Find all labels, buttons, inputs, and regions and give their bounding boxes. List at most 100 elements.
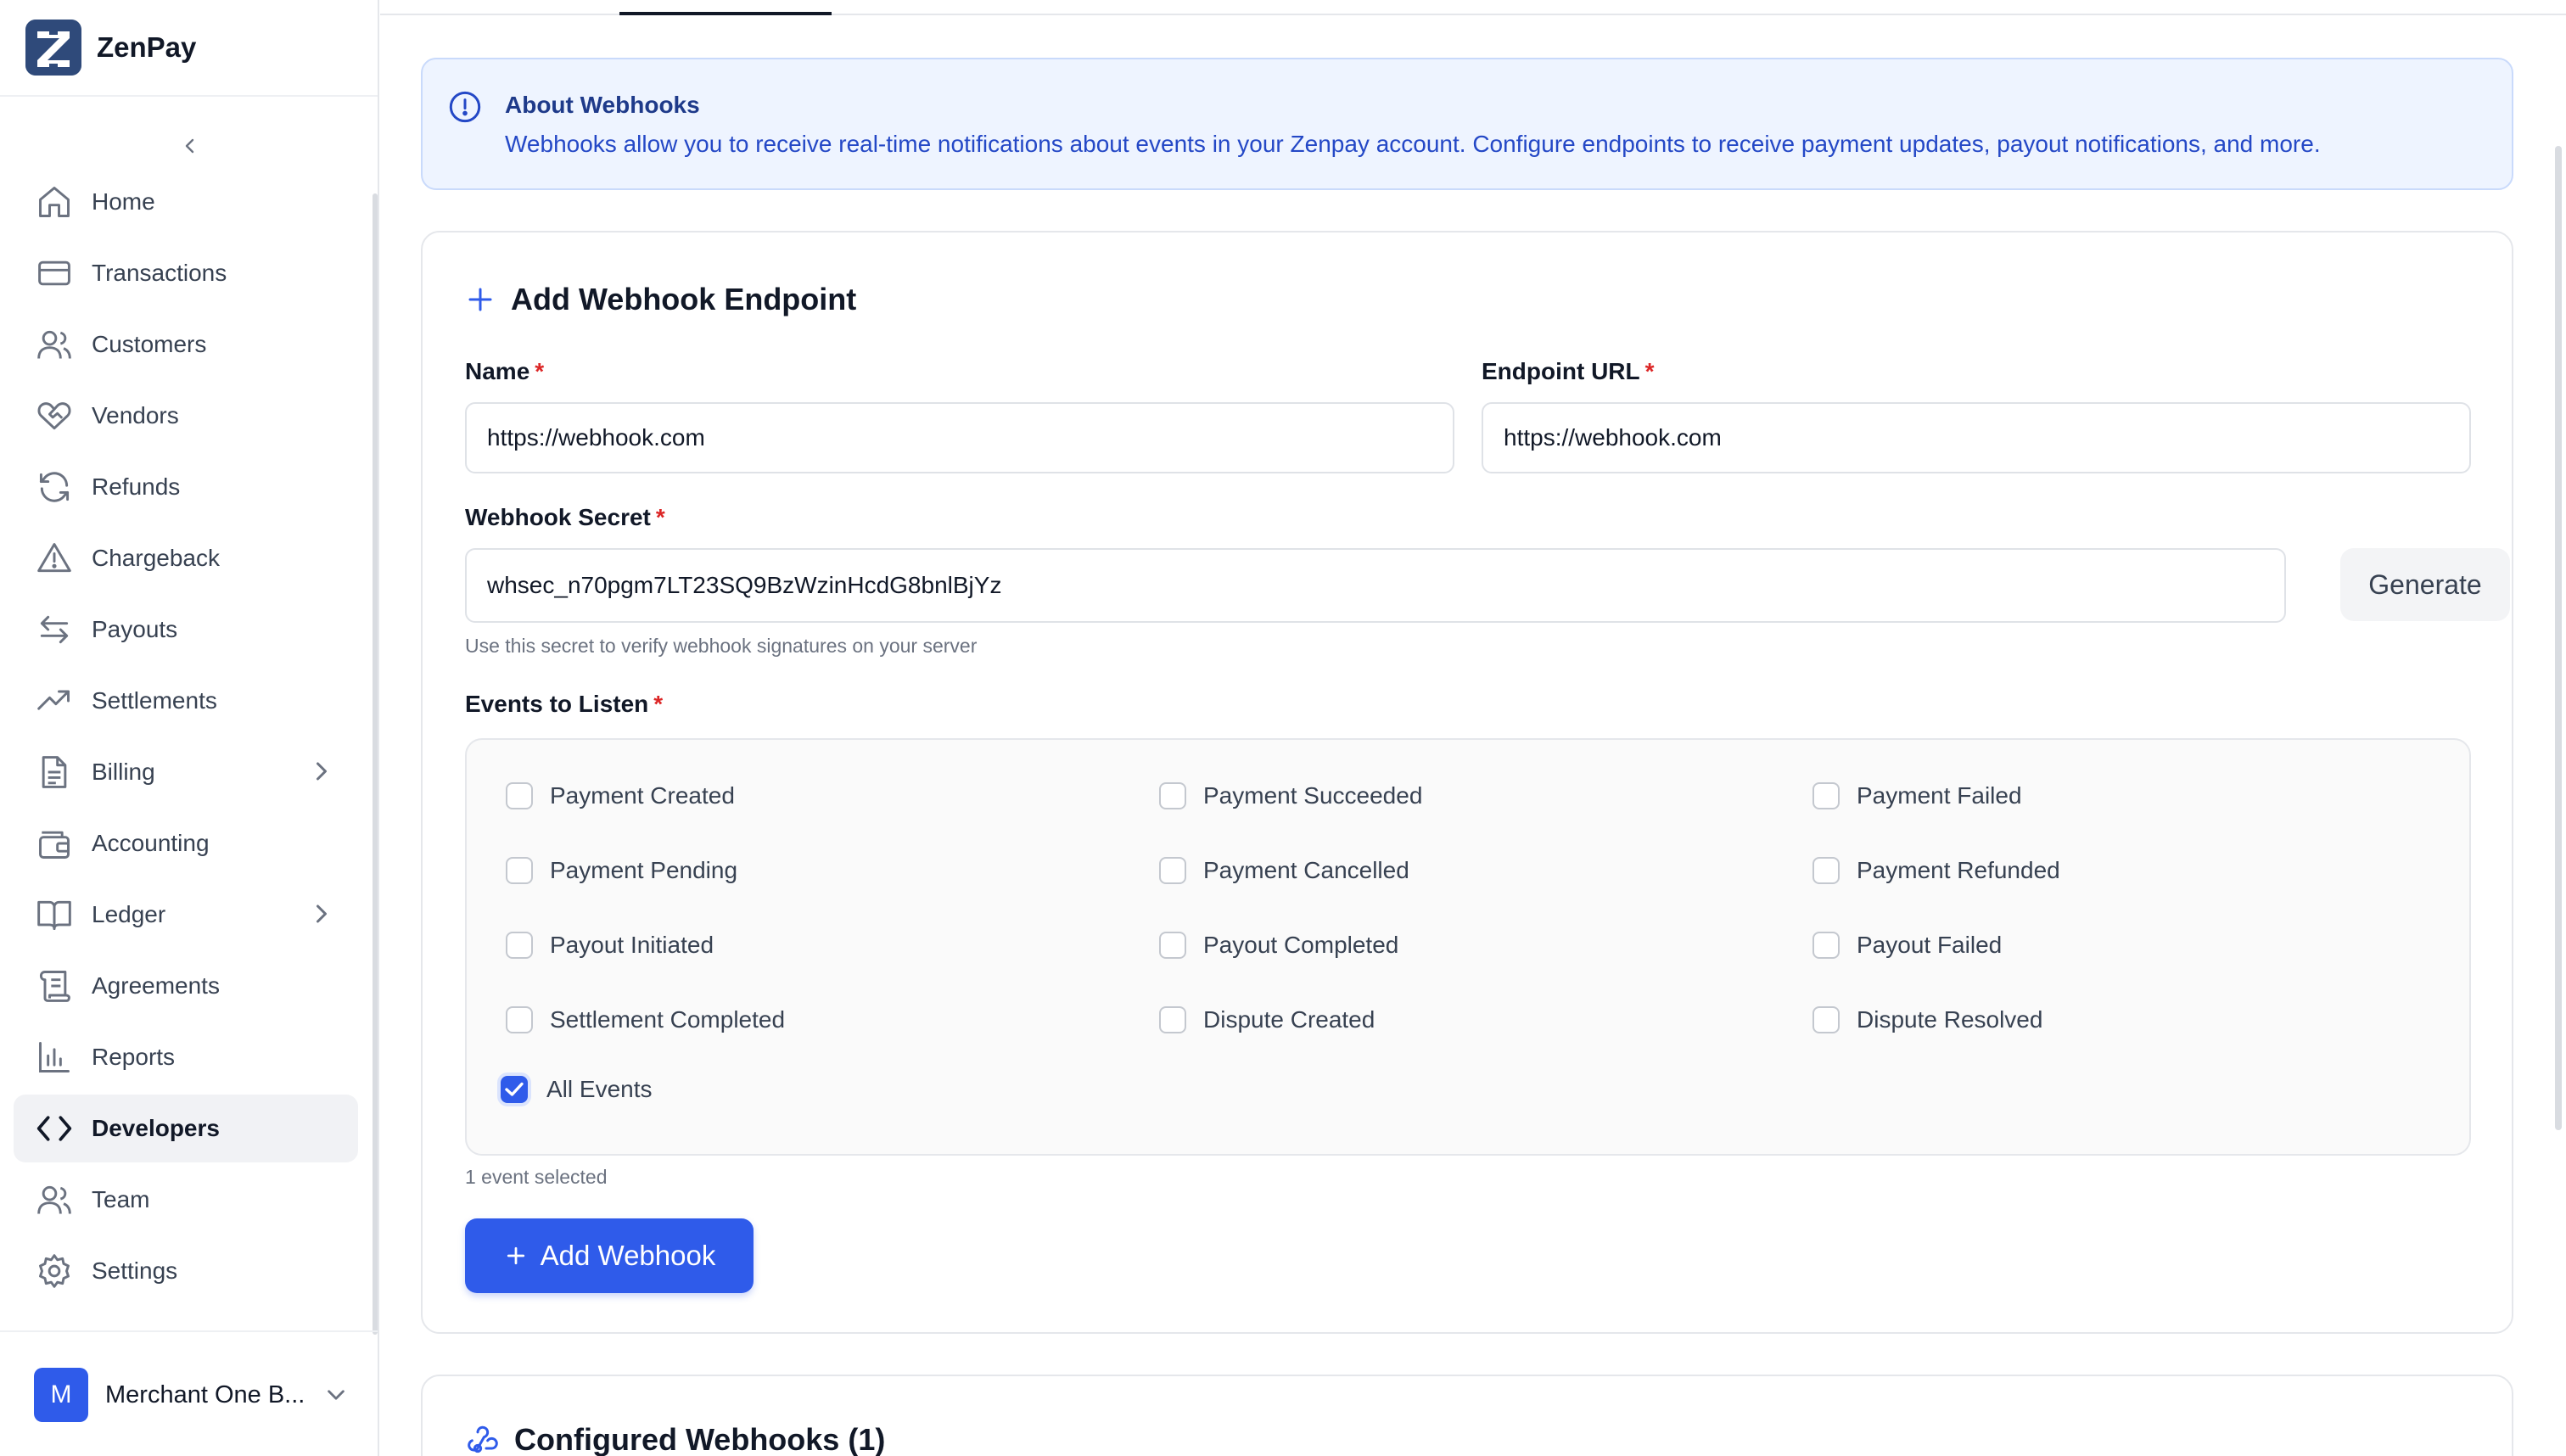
handshake-icon [34,395,75,436]
event-dispute-created[interactable]: Dispute Created [1159,1006,1375,1033]
trending-up-icon [34,680,75,721]
add-webhook-label: Add Webhook [540,1240,716,1271]
scroll-icon [34,966,75,1006]
endpoint-url-input[interactable]: https://webhook.com [1482,402,2471,473]
sidebar-item-ledger[interactable]: Ledger [14,881,358,949]
sidebar-item-label: Developers [92,1115,220,1141]
checkbox-checked[interactable] [497,1072,531,1106]
event-label: Settlement Completed [550,1006,786,1033]
arrows-icon [34,609,75,650]
sidebar-item-customers[interactable]: Customers [14,311,358,378]
sidebar-item-payouts[interactable]: Payouts [14,596,358,664]
name-input[interactable]: https://webhook.com [465,402,1454,473]
divider [0,1330,378,1332]
divider [0,95,378,97]
sidebar-item-agreements[interactable]: Agreements [14,952,358,1020]
required-mark: * [655,504,665,530]
required-mark: * [653,691,664,717]
gear-icon [34,1251,75,1291]
event-label: Payment Failed [1857,782,2022,809]
endpoint-url-label-text: Endpoint URL [1482,358,1640,384]
brand[interactable]: ZenPay [25,19,196,76]
checkbox[interactable] [1812,932,1840,959]
endpoint-url-input-value: https://webhook.com [1504,424,1722,451]
sidebar-item-settlements[interactable]: Settlements [14,667,358,735]
sidebar-item-label: Home [92,188,155,215]
sidebar-item-refunds[interactable]: Refunds [14,453,358,521]
checkbox[interactable] [1812,1006,1840,1033]
sidebar-item-label: Agreements [92,972,220,999]
event-payout-failed[interactable]: Payout Failed [1812,932,2002,959]
event-label: Dispute Created [1203,1006,1375,1033]
checkbox[interactable] [506,857,533,884]
checkbox[interactable] [1812,782,1840,809]
main-scrollbar[interactable] [2555,146,2562,1130]
chevron-right-icon[interactable] [309,901,334,931]
sidebar-item-label: Vendors [92,402,179,428]
event-all-events[interactable]: All Events [497,1072,653,1106]
event-payment-cancelled[interactable]: Payment Cancelled [1159,857,1409,884]
checkbox[interactable] [1159,782,1186,809]
checkbox[interactable] [1812,857,1840,884]
checkbox[interactable] [506,1006,533,1033]
sidebar-item-vendors[interactable]: Vendors [14,382,358,450]
sidebar-item-label: Chargeback [92,545,220,571]
event-payment-succeeded[interactable]: Payment Succeeded [1159,782,1422,809]
sidebar-item-team[interactable]: Team [14,1166,358,1234]
event-payment-pending[interactable]: Payment Pending [506,857,737,884]
generate-secret-button[interactable]: Generate [2340,548,2510,621]
sidebar-item-chargeback[interactable]: Chargeback [14,524,358,592]
event-label: Payout Completed [1203,932,1399,958]
sidebar-item-accounting[interactable]: Accounting [14,809,358,877]
add-webhook-button[interactable]: Add Webhook [465,1218,754,1293]
sidebar-item-label: Team [92,1186,150,1212]
sidebar-item-label: Transactions [92,260,227,286]
name-input-value: https://webhook.com [487,424,705,451]
configured-webhooks-card: Configured Webhooks (1) [421,1375,2513,1456]
document-icon [34,752,75,792]
card-header: Configured Webhooks (1) [465,1422,885,1456]
sidebar-item-label: Settlements [92,687,217,714]
event-payout-completed[interactable]: Payout Completed [1159,932,1398,959]
sidebar-item-reports[interactable]: Reports [14,1023,358,1091]
event-payout-initiated[interactable]: Payout Initiated [506,932,714,959]
webhook-secret-input[interactable]: whsec_n70pgm7LT23SQ9BzWzinHcdG8bnlBjYz [465,548,2286,623]
banner-title: About Webhooks [505,92,700,118]
event-payment-created[interactable]: Payment Created [506,782,735,809]
merchant-switcher[interactable]: M Merchant One B... [34,1368,348,1422]
sidebar-item-billing[interactable]: Billing [14,738,358,806]
checkbox[interactable] [506,932,533,959]
main-content: About Webhooks Webhooks allow you to rec… [380,0,2566,1456]
sidebar: ZenPay Home Transactions Customers Vendo… [0,0,379,1456]
plus-icon [468,288,492,311]
sidebar-item-home[interactable]: Home [14,168,358,236]
sidebar-item-transactions[interactable]: Transactions [14,239,358,307]
chevron-right-icon[interactable] [309,759,334,788]
checkbox[interactable] [506,782,533,809]
sidebar-scrollbar[interactable] [373,193,378,1335]
event-payment-refunded[interactable]: Payment Refunded [1812,857,2060,884]
credit-card-icon [34,253,75,294]
event-label: Payment Created [550,782,735,809]
active-tab-indicator [619,12,832,15]
webhook-secret-value: whsec_n70pgm7LT23SQ9BzWzinHcdG8bnlBjYz [487,572,1002,598]
collapse-sidebar-button[interactable] [173,129,207,163]
event-dispute-resolved[interactable]: Dispute Resolved [1812,1006,2042,1033]
info-icon [448,90,482,128]
sidebar-item-label: Refunds [92,473,181,500]
sidebar-item-settings[interactable]: Settings [14,1237,358,1305]
checkbox[interactable] [1159,857,1186,884]
checkbox[interactable] [1159,1006,1186,1033]
webhook-secret-label-text: Webhook Secret [465,504,651,530]
events-label-text: Events to Listen [465,691,649,717]
merchant-name: Merchant One B... [105,1380,305,1408]
checkbox[interactable] [1159,932,1186,959]
selected-events-count: 1 event selected [465,1166,608,1188]
event-settlement-completed[interactable]: Settlement Completed [506,1006,785,1033]
sidebar-item-developers[interactable]: Developers [14,1095,358,1162]
sidebar-item-label: Payouts [92,616,178,642]
name-label: Name * [465,358,544,385]
event-label: Payment Succeeded [1203,782,1423,809]
event-payment-failed[interactable]: Payment Failed [1812,782,2022,809]
webhook-secret-label: Webhook Secret * [465,504,665,531]
